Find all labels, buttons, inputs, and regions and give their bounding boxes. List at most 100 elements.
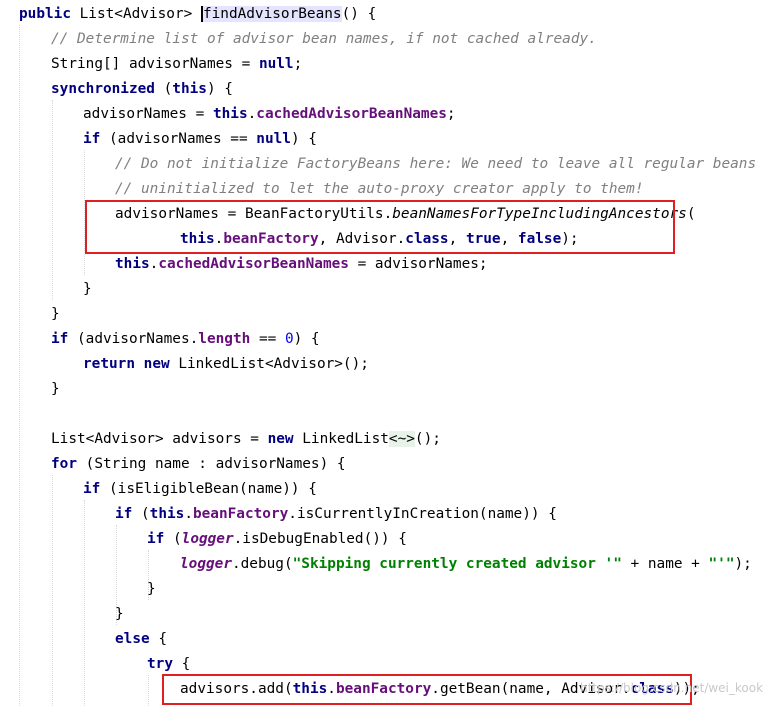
code-token: } xyxy=(147,581,156,597)
keyword-token: new xyxy=(143,356,170,372)
code-token: = advisorNames; xyxy=(348,256,488,272)
field-token: cachedAdvisorBeanNames xyxy=(158,256,349,272)
code-token: advisorNames = xyxy=(83,106,213,122)
code-line-15[interactable]: return new LinkedList<Advisor>(); xyxy=(83,352,369,377)
comment-token: // Do not initialize FactoryBeans here: … xyxy=(115,156,757,172)
indent-guide xyxy=(148,675,149,706)
code-token: (advisorNames. xyxy=(68,331,199,347)
code-token: LinkedList xyxy=(293,431,389,447)
code-line-6[interactable]: if (advisorNames == null) { xyxy=(83,127,317,152)
code-token: ; xyxy=(446,106,456,122)
comment-token: // Determine list of advisor bean names,… xyxy=(51,31,597,47)
keyword-token: else xyxy=(115,631,150,647)
code-token: List<Advisor> xyxy=(70,6,201,22)
keyword-token: public xyxy=(19,6,71,22)
field-token: beanFactory xyxy=(192,506,289,522)
code-token: (isEligibleBean(name)) { xyxy=(100,481,317,497)
code-token: ) { xyxy=(206,81,233,97)
code-token: ( xyxy=(164,531,182,547)
keyword-token: if xyxy=(115,506,133,522)
code-line-22[interactable]: if (logger.isDebugEnabled()) { xyxy=(147,527,407,552)
method-name-token: findAdvisorBeans xyxy=(200,6,342,22)
code-line-25[interactable]: } xyxy=(115,602,124,627)
field-token: length xyxy=(198,331,251,347)
code-token: } xyxy=(115,606,124,622)
code-line-23[interactable]: logger.debug("Skipping currently created… xyxy=(180,552,752,577)
code-line-26[interactable]: else { xyxy=(115,627,167,652)
highlight-box-bean-names-lookup xyxy=(85,200,675,254)
static-field-token: logger xyxy=(180,556,232,572)
code-line-3[interactable]: String[] advisorNames = null; xyxy=(51,52,302,77)
indent-guide xyxy=(84,500,85,706)
code-line-24[interactable]: } xyxy=(147,577,156,602)
code-line-4[interactable]: synchronized (this) { xyxy=(51,77,233,102)
code-token: } xyxy=(51,381,60,397)
code-token: ; xyxy=(293,56,303,72)
code-line-12[interactable]: } xyxy=(83,277,92,302)
code-line-2[interactable]: // Determine list of advisor bean names,… xyxy=(51,27,597,52)
keyword-token: if xyxy=(83,131,101,147)
code-token: } xyxy=(83,281,92,297)
code-token: List<Advisor> advisors = xyxy=(51,431,268,447)
code-token: .debug( xyxy=(231,556,293,572)
code-token: . xyxy=(247,106,257,122)
code-token: (advisorNames == xyxy=(100,131,257,147)
keyword-token: this xyxy=(149,506,185,522)
code-line-7[interactable]: // Do not initialize FactoryBeans here: … xyxy=(115,152,756,177)
keyword-token: this xyxy=(212,106,248,122)
keyword-token: synchronized xyxy=(51,81,155,97)
code-token: LinkedList<Advisor>(); xyxy=(169,356,369,372)
code-token: .isDebugEnabled()) { xyxy=(233,531,407,547)
keyword-token: null xyxy=(258,56,294,72)
field-token: cachedAdvisorBeanNames xyxy=(256,106,447,122)
number-token: 0 xyxy=(284,331,294,347)
code-line-13[interactable]: } xyxy=(51,302,60,327)
keyword-token: for xyxy=(51,456,77,472)
keyword-token: try xyxy=(147,656,173,672)
code-token: ) { xyxy=(293,331,320,347)
indent-guide xyxy=(19,25,20,706)
code-token: { xyxy=(173,656,191,672)
keyword-token: this xyxy=(115,256,150,272)
code-token: . xyxy=(184,506,193,522)
static-field-token: logger xyxy=(181,531,234,547)
code-line-21[interactable]: if (this.beanFactory.isCurrentlyInCreati… xyxy=(115,502,557,527)
code-editor[interactable]: public List<Advisor> findAdvisorBeans() … xyxy=(0,0,764,706)
code-token: == xyxy=(250,331,285,347)
code-token: { xyxy=(149,631,167,647)
code-token: ); xyxy=(734,556,752,572)
code-line-8[interactable]: // uninitialized to let the auto-proxy c… xyxy=(115,177,644,202)
comment-token: // uninitialized to let the auto-proxy c… xyxy=(115,181,644,197)
code-token: () { xyxy=(341,6,377,22)
code-line-16[interactable]: } xyxy=(51,377,60,402)
code-line-1[interactable]: public List<Advisor> findAdvisorBeans() … xyxy=(19,2,376,27)
keyword-token: return xyxy=(83,356,135,372)
code-line-19[interactable]: for (String name : advisorNames) { xyxy=(51,452,346,477)
code-token: (); xyxy=(414,431,441,447)
code-token: .isCurrentlyInCreation(name)) { xyxy=(288,506,557,522)
keyword-token: if xyxy=(83,481,101,497)
code-token: ) { xyxy=(290,131,317,147)
code-line-20[interactable]: if (isEligibleBean(name)) { xyxy=(83,477,317,502)
code-token: + name + xyxy=(621,556,709,572)
code-token: ( xyxy=(132,506,150,522)
indent-guide xyxy=(52,475,53,706)
code-line-11[interactable]: this.cachedAdvisorBeanNames = advisorNam… xyxy=(115,252,488,277)
code-line-5[interactable]: advisorNames = this.cachedAdvisorBeanNam… xyxy=(83,102,456,127)
code-line-14[interactable]: if (advisorNames.length == 0) { xyxy=(51,327,320,352)
code-token: } xyxy=(51,306,60,322)
keyword-token: if xyxy=(147,531,165,547)
keyword-token: this xyxy=(172,81,207,97)
watermark: https://blog.csdn.net/wei_kook xyxy=(580,681,764,695)
diamond-fold-hint[interactable]: <~> xyxy=(388,431,415,447)
string-token: "'" xyxy=(708,556,735,572)
code-line-18[interactable]: List<Advisor> advisors = new LinkedList<… xyxy=(51,427,441,452)
indent-guide xyxy=(52,100,53,300)
code-token: ( xyxy=(686,206,696,222)
keyword-token: new xyxy=(267,431,294,447)
keyword-token: if xyxy=(51,331,69,347)
code-token: (String name : advisorNames) { xyxy=(77,456,346,472)
keyword-token: null xyxy=(256,131,291,147)
string-token: "Skipping currently created advisor '" xyxy=(292,556,622,572)
